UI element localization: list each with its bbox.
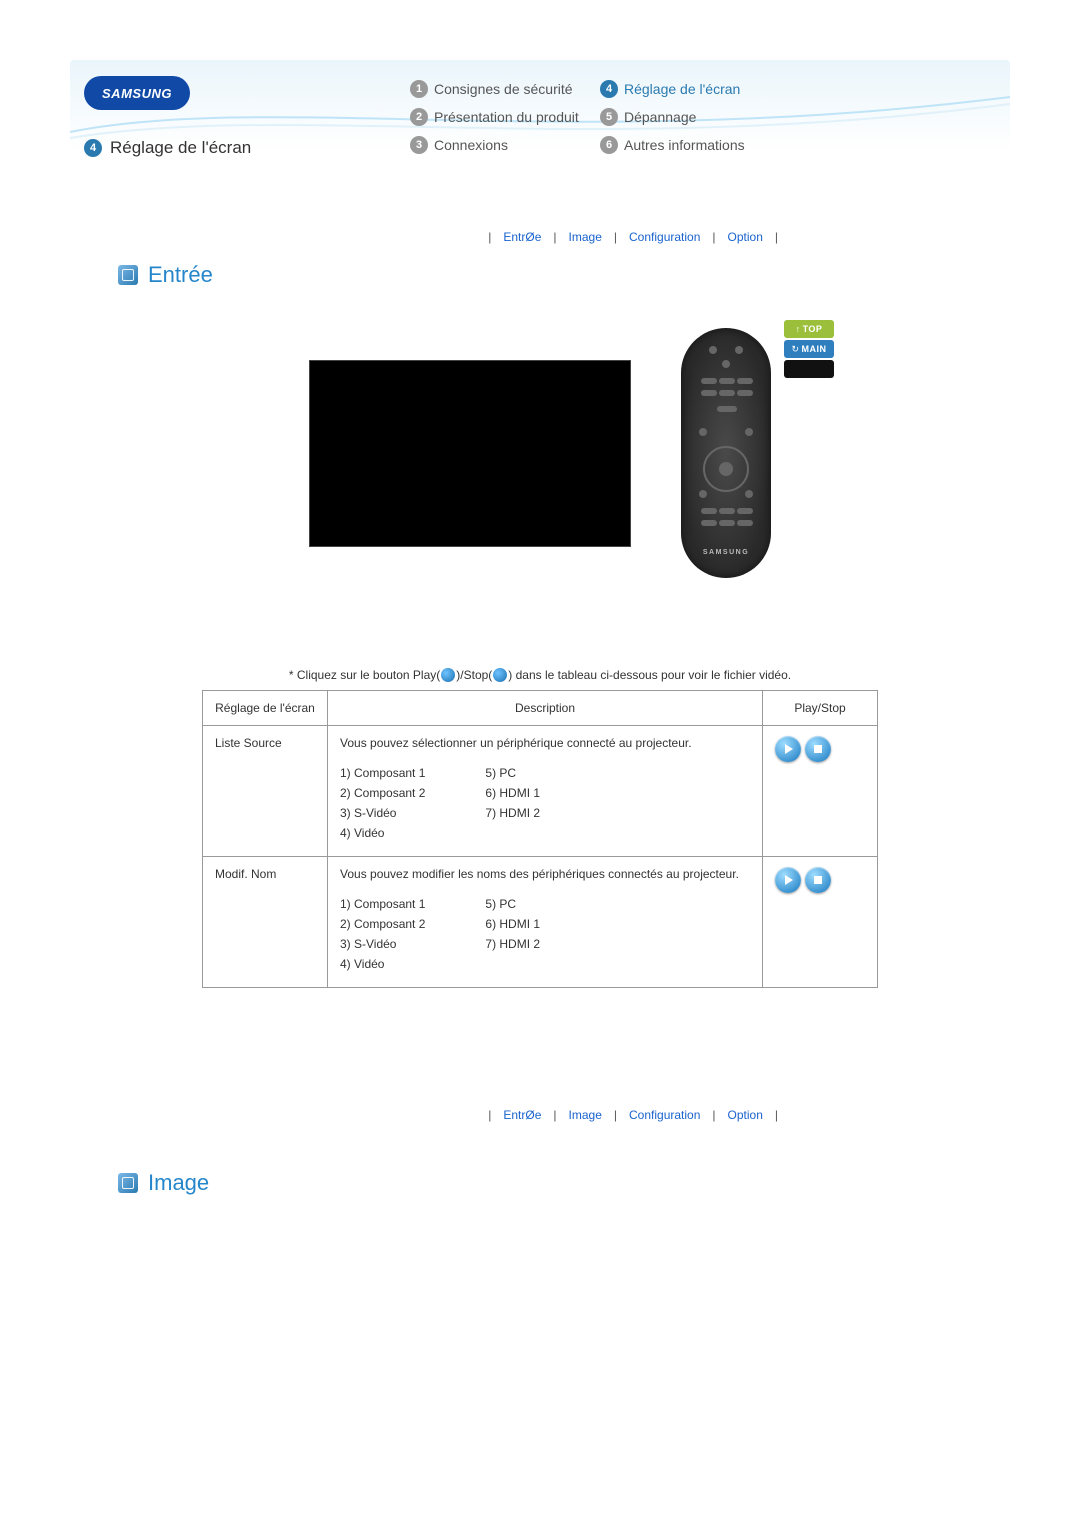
play-button[interactable] — [775, 867, 801, 893]
section-heading-image: Image — [118, 1170, 1080, 1196]
tab-separator: | — [488, 1108, 491, 1122]
list-item: 2) Composant 2 — [340, 786, 425, 800]
page-header: SAMSUNG 4 Réglage de l'écran 1 Consignes… — [70, 60, 1010, 190]
list-item: 5) PC — [485, 897, 540, 911]
list-item: 3) S-Vidéo — [340, 806, 425, 820]
remote-brand-label: SAMSUNG — [681, 549, 771, 556]
nav-item-3[interactable]: 3 Connexions — [410, 136, 600, 154]
tab-bar-top: | EntrØe | Image | Configuration | Optio… — [0, 230, 790, 244]
tab-separator: | — [712, 230, 715, 244]
row-options: 1) Composant 1 2) Composant 2 3) S-Vidéo… — [340, 766, 750, 846]
video-player[interactable] — [309, 360, 631, 547]
nav-num-5: 5 — [600, 108, 618, 126]
nav-item-2[interactable]: 2 Présentation du produit — [410, 108, 600, 126]
row-desc: Vous pouvez sélectionner un périphérique… — [340, 736, 750, 750]
tab-bar-bottom: | EntrØe | Image | Configuration | Optio… — [0, 1108, 790, 1122]
tab-entree[interactable]: EntrØe — [503, 230, 541, 244]
remote-control-image: SAMSUNG — [681, 328, 771, 578]
media-row: SAMSUNG — [0, 328, 1080, 578]
nav-label-2: Présentation du produit — [434, 109, 579, 125]
samsung-logo: SAMSUNG — [84, 76, 190, 110]
nav-item-4[interactable]: 4 Réglage de l'écran — [600, 80, 790, 98]
tab-configuration[interactable]: Configuration — [629, 1108, 700, 1122]
tab-entree[interactable]: EntrØe — [503, 1108, 541, 1122]
row-desc-cell: Vous pouvez sélectionner un périphérique… — [328, 726, 763, 857]
nav-label-3: Connexions — [434, 137, 508, 153]
nav-num-2: 2 — [410, 108, 428, 126]
tab-separator: | — [614, 230, 617, 244]
nav-item-5[interactable]: 5 Dépannage — [600, 108, 790, 126]
tab-separator: | — [775, 1108, 778, 1122]
page-title: Réglage de l'écran — [110, 138, 251, 158]
tab-image[interactable]: Image — [569, 230, 602, 244]
tab-separator: | — [712, 1108, 715, 1122]
main-icon — [791, 344, 801, 355]
tab-image[interactable]: Image — [569, 1108, 602, 1122]
section-icon — [118, 265, 138, 285]
side-buttons: TOP MAIN — [784, 320, 834, 378]
list-item: 1) Composant 1 — [340, 897, 425, 911]
tab-separator: | — [488, 230, 491, 244]
section-title-image: Image — [148, 1170, 209, 1196]
list-item: 3) S-Vidéo — [340, 937, 425, 951]
page-number-badge: 4 — [84, 139, 102, 157]
tab-separator: | — [553, 230, 556, 244]
table-row: Modif. Nom Vous pouvez modifier les noms… — [203, 857, 878, 988]
list-item: 1) Composant 1 — [340, 766, 425, 780]
table-row: Liste Source Vous pouvez sélectionner un… — [203, 726, 878, 857]
stop-button[interactable] — [805, 867, 831, 893]
tab-separator: | — [775, 230, 778, 244]
dark-button[interactable] — [784, 360, 834, 378]
nav-item-1[interactable]: 1 Consignes de sécurité — [410, 80, 600, 98]
th-col2: Description — [328, 691, 763, 726]
list-item: 6) HDMI 1 — [485, 917, 540, 931]
section-title-entree: Entrée — [148, 262, 213, 288]
page-title-badge: 4 Réglage de l'écran — [84, 138, 251, 158]
row-desc: Vous pouvez modifier les noms des périph… — [340, 867, 750, 881]
play-button[interactable] — [775, 736, 801, 762]
nav-label-1: Consignes de sécurité — [434, 81, 573, 97]
tab-separator: | — [614, 1108, 617, 1122]
nav-label-5: Dépannage — [624, 109, 696, 125]
play-stop-cell — [763, 726, 878, 857]
note-line: * Cliquez sur le bouton Play()/Stop() da… — [0, 668, 1080, 682]
play-stop-cell — [763, 857, 878, 988]
inline-play-icon — [441, 668, 455, 682]
nav-num-6: 6 — [600, 136, 618, 154]
row-options: 1) Composant 1 2) Composant 2 3) S-Vidéo… — [340, 897, 750, 977]
inline-stop-icon — [493, 668, 507, 682]
list-item: 4) Vidéo — [340, 957, 425, 971]
nav-label-4: Réglage de l'écran — [624, 81, 740, 97]
nav-label-6: Autres informations — [624, 137, 745, 153]
nav-item-6[interactable]: 6 Autres informations — [600, 136, 790, 154]
list-item: 4) Vidéo — [340, 826, 425, 840]
section-heading-entree: Entrée — [118, 262, 1080, 288]
list-item: 5) PC — [485, 766, 540, 780]
nav-num-1: 1 — [410, 80, 428, 98]
list-item: 2) Composant 2 — [340, 917, 425, 931]
nav-num-4: 4 — [600, 80, 618, 98]
list-item: 6) HDMI 1 — [485, 786, 540, 800]
list-item: 7) HDMI 2 — [485, 937, 540, 951]
row-name: Liste Source — [203, 726, 328, 857]
main-button[interactable]: MAIN — [784, 340, 834, 358]
settings-table: Réglage de l'écran Description Play/Stop… — [202, 690, 878, 988]
tab-separator: | — [553, 1108, 556, 1122]
th-col1: Réglage de l'écran — [203, 691, 328, 726]
row-name: Modif. Nom — [203, 857, 328, 988]
tab-option[interactable]: Option — [728, 230, 763, 244]
row-desc-cell: Vous pouvez modifier les noms des périph… — [328, 857, 763, 988]
th-col3: Play/Stop — [763, 691, 878, 726]
section-icon — [118, 1173, 138, 1193]
tab-option[interactable]: Option — [728, 1108, 763, 1122]
list-item: 7) HDMI 2 — [485, 806, 540, 820]
tab-configuration[interactable]: Configuration — [629, 230, 700, 244]
arrow-up-icon — [796, 324, 803, 334]
nav-num-3: 3 — [410, 136, 428, 154]
top-button[interactable]: TOP — [784, 320, 834, 338]
header-nav: 1 Consignes de sécurité 4 Réglage de l'é… — [410, 80, 790, 154]
page-root: SAMSUNG 4 Réglage de l'écran 1 Consignes… — [0, 0, 1080, 1306]
stop-button[interactable] — [805, 736, 831, 762]
